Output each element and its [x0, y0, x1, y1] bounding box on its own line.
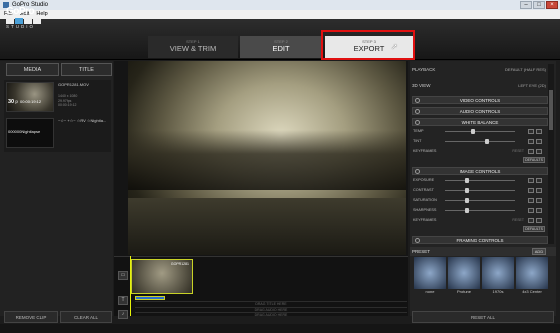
3d-view-row[interactable]: 3D VIEW LEFT EYE (2D)	[412, 80, 548, 91]
video-treeline	[128, 130, 406, 190]
reset-all-button[interactable]: RESET ALL	[412, 311, 554, 323]
contrast-slider[interactable]: CONTRAST	[413, 187, 548, 194]
exposure-slider[interactable]: EXPOSURE	[413, 177, 548, 184]
preset-bar: PRESET ADD	[410, 247, 556, 256]
image-defaults-button[interactable]: DEFAULTS	[523, 226, 545, 232]
clip-name: GOPR1281.MOV	[58, 82, 89, 87]
clip-name: ~☆~ +☆~ ☆RV ☆Nightla...	[58, 118, 107, 123]
timeline-clip-bar[interactable]	[135, 296, 165, 300]
expand-icon	[415, 109, 420, 114]
tab-view-trim[interactable]: STEP 1 VIEW & TRIM	[148, 36, 238, 58]
audio-drop-zone[interactable]: DRAG AUDIO HERE	[135, 312, 407, 317]
saturation-slider[interactable]: SATURATION	[413, 197, 548, 204]
clip-thumbnail	[6, 82, 54, 112]
temp-slider[interactable]: TEMP	[413, 128, 548, 135]
expand-icon	[415, 238, 420, 243]
tab-edit[interactable]: STEP 2 EDIT	[240, 36, 322, 58]
maximize-icon[interactable]: □	[533, 1, 545, 9]
wb-defaults-button[interactable]: DEFAULTS	[523, 157, 545, 163]
preset-protune[interactable]: Protune	[448, 257, 480, 297]
title-drop-zone[interactable]: DRAG TITLE HERE	[135, 301, 407, 306]
framing-controls-header[interactable]: FRAMING CONTROLS	[412, 236, 548, 244]
video-controls-header[interactable]: VIDEO CONTROLS	[412, 96, 548, 104]
export-highlight	[321, 30, 415, 60]
image-keyframes-row[interactable]: KEYFRAMES RESET	[413, 217, 548, 224]
preset-4x3-center[interactable]: 4x3 Center	[516, 257, 548, 297]
playback-dropdown[interactable]: DEFAULT (HALF RES)	[505, 64, 546, 75]
playback-row[interactable]: PLAYBACK DEFAULT (HALF RES)	[412, 64, 548, 75]
playhead[interactable]	[130, 256, 131, 316]
window-controls: – □ ×	[520, 1, 558, 9]
title-bar: GoPro Studio – □ ×	[0, 0, 560, 10]
audio-controls-header[interactable]: AUDIO CONTROLS	[412, 107, 548, 115]
video-track-icon: ▭	[118, 271, 128, 280]
title-track-icon: T	[118, 296, 128, 305]
minimize-icon[interactable]: –	[520, 1, 532, 9]
image-controls-header[interactable]: IMAGE CONTROLS	[412, 167, 548, 175]
preset-none[interactable]: none	[414, 257, 446, 297]
preset-1970s[interactable]: 1970s	[482, 257, 514, 297]
clear-all-button[interactable]: CLEAR ALL	[60, 311, 112, 323]
gopro-logo: GoPro STUDIO	[6, 6, 50, 36]
add-preset-button[interactable]: ADD	[532, 248, 546, 255]
media-clip[interactable]: 000000Nightlapse ~☆~ +☆~ ☆RV ☆Nightla...	[4, 116, 111, 152]
media-clip[interactable]: 30 p 00:00:19:12 GOPR1281.MOV 1440 x 108…	[4, 80, 111, 116]
audio-track-icon: ♪	[118, 310, 128, 319]
wb-keyframes-row[interactable]: KEYFRAMES RESET	[413, 148, 548, 155]
video-ground	[128, 198, 406, 255]
expand-icon	[415, 98, 420, 103]
3d-view-dropdown[interactable]: LEFT EYE (2D)	[518, 80, 546, 91]
title-tab[interactable]: TITLE	[61, 63, 112, 76]
sharpness-slider[interactable]: SHARPNESS	[413, 207, 548, 214]
expand-icon	[415, 169, 420, 174]
remove-clip-button[interactable]: REMOVE CLIP	[4, 311, 58, 323]
mouse-cursor-icon: ➚	[391, 42, 398, 51]
close-icon[interactable]: ×	[546, 1, 558, 9]
scrollbar-thumb[interactable]	[549, 90, 553, 130]
expand-icon	[415, 120, 420, 125]
white-balance-header[interactable]: WHITE BALANCE	[412, 118, 548, 126]
menu-bar: File Edit Help	[0, 10, 560, 19]
tint-slider[interactable]: TINT	[413, 138, 548, 145]
status-bar	[0, 324, 560, 333]
media-tab[interactable]: MEDIA	[6, 63, 59, 76]
timeline-clip[interactable]: GOPR1281	[131, 259, 193, 294]
